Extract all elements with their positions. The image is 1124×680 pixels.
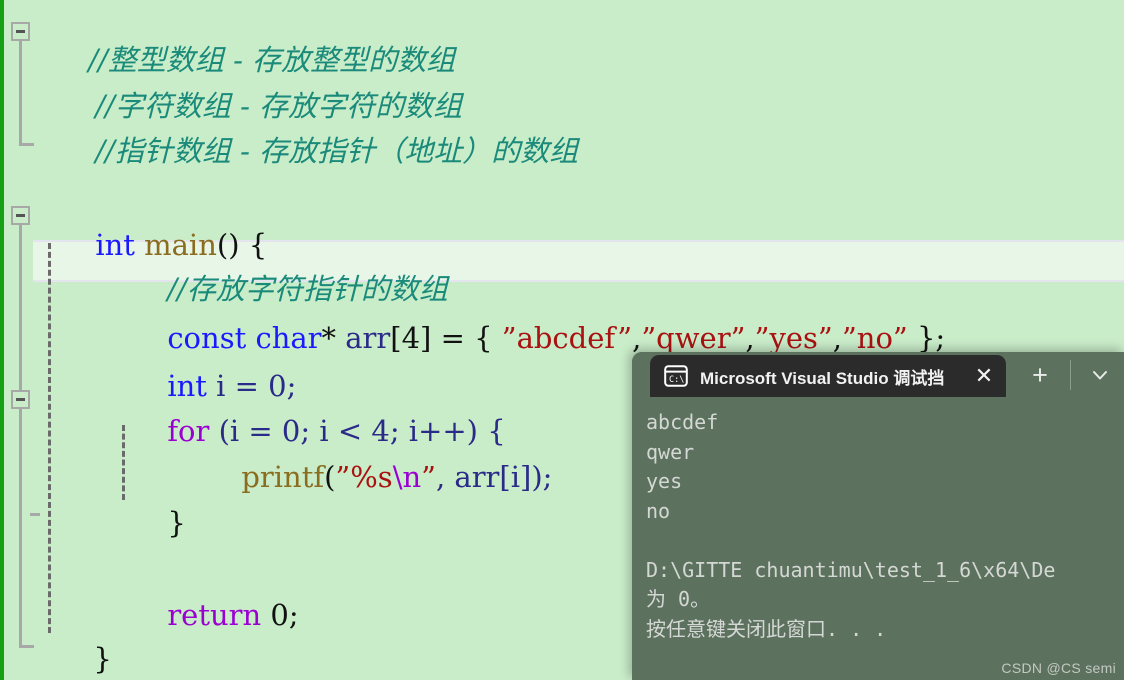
terminal-line: qwer xyxy=(646,439,695,464)
fold-tick-for-loop xyxy=(30,513,40,516)
terminal-line-path: D:\GITTE chuantimu\test_1_6\x64\De xyxy=(646,557,1056,582)
fold-stem-main-function xyxy=(19,225,22,648)
string-no: ”no” xyxy=(841,321,908,355)
terminal-tab-title: Microsoft Visual Studio 调试挡 xyxy=(700,368,945,388)
comma-1: , xyxy=(632,321,642,355)
terminal-tab-active[interactable]: C:\ Microsoft Visual Studio 调试挡 ✕ xyxy=(650,355,1006,397)
console-cmd-icon: C:\ xyxy=(664,365,688,387)
function-name-printf: printf xyxy=(241,460,325,494)
tab-bar-divider xyxy=(1070,360,1071,390)
watermark: CSDN @CS semi xyxy=(1001,660,1116,676)
fold-stem-comment-block xyxy=(19,41,22,146)
keyword-return: return xyxy=(167,598,262,632)
terminal-line: yes xyxy=(646,469,683,493)
printf-arguments: , arr[i]); xyxy=(435,460,553,494)
comment-pointer-array: //指针数组 - 存放指针（地址）的数组 xyxy=(95,134,579,168)
brace-close-for: } xyxy=(167,506,186,540)
format-close-quote: ” xyxy=(421,460,436,494)
terminal-line-exitcode: 为 0。 xyxy=(646,587,711,611)
chevron-down-icon[interactable] xyxy=(1086,364,1114,386)
indent-guide-level-1 xyxy=(48,243,51,633)
fold-foot-comment-block xyxy=(19,143,34,146)
comma-3: , xyxy=(832,321,842,355)
code-line-13[interactable]: return 0; xyxy=(112,572,299,659)
comma-2: , xyxy=(745,321,755,355)
string-qwer: ”qwer” xyxy=(641,321,746,355)
pointer-star: * xyxy=(321,321,337,355)
string-yes: ”yes” xyxy=(754,321,833,355)
identifier-arr: arr xyxy=(336,321,391,355)
array-index-assign: [4] = { xyxy=(390,321,502,355)
close-icon[interactable]: ✕ xyxy=(972,365,996,387)
terminal-line: no xyxy=(646,498,671,523)
fold-marker-for-loop[interactable] xyxy=(11,390,30,409)
svg-text:C:\: C:\ xyxy=(669,375,684,385)
terminal-output[interactable]: abcdef qwer yes no D:\GITTE chuantimu\te… xyxy=(632,397,1124,680)
debug-console-window[interactable]: C:\ Microsoft Visual Studio 调试挡 ✕ + abcd… xyxy=(632,352,1124,680)
screenshot-root: //整型数组 - 存放整型的数组 //字符数组 - 存放字符的数组 //指针数组… xyxy=(0,0,1124,680)
return-value: 0; xyxy=(261,598,299,632)
escape-newline: \n xyxy=(392,460,422,494)
change-bar-top xyxy=(0,0,4,340)
brace-close-main: } xyxy=(93,642,112,676)
code-line-14[interactable]: } xyxy=(38,616,112,680)
code-line-3[interactable]: //指针数组 - 存放指针（地址）的数组 xyxy=(40,108,578,195)
terminal-tab-bar[interactable]: C:\ Microsoft Visual Studio 调试挡 ✕ + xyxy=(632,352,1124,397)
fold-marker-comment-block[interactable] xyxy=(11,22,30,41)
change-bar-bottom xyxy=(0,340,4,680)
printf-open-paren: ( xyxy=(324,460,336,494)
array-close: }; xyxy=(907,321,946,355)
code-line-11[interactable]: } xyxy=(112,480,186,567)
fold-marker-main-function[interactable] xyxy=(11,206,30,225)
terminal-line: abcdef xyxy=(646,410,719,434)
string-abcdef: ”abcdef” xyxy=(501,321,633,355)
format-specifier: ”%s xyxy=(335,460,393,494)
code-line-10[interactable]: printf(”%s\n”, arr[i]); xyxy=(186,434,552,521)
new-tab-button[interactable]: + xyxy=(1026,362,1054,389)
fold-foot-main-function xyxy=(19,645,34,648)
terminal-line-prompt: 按任意键关闭此窗口. . . xyxy=(646,616,887,641)
